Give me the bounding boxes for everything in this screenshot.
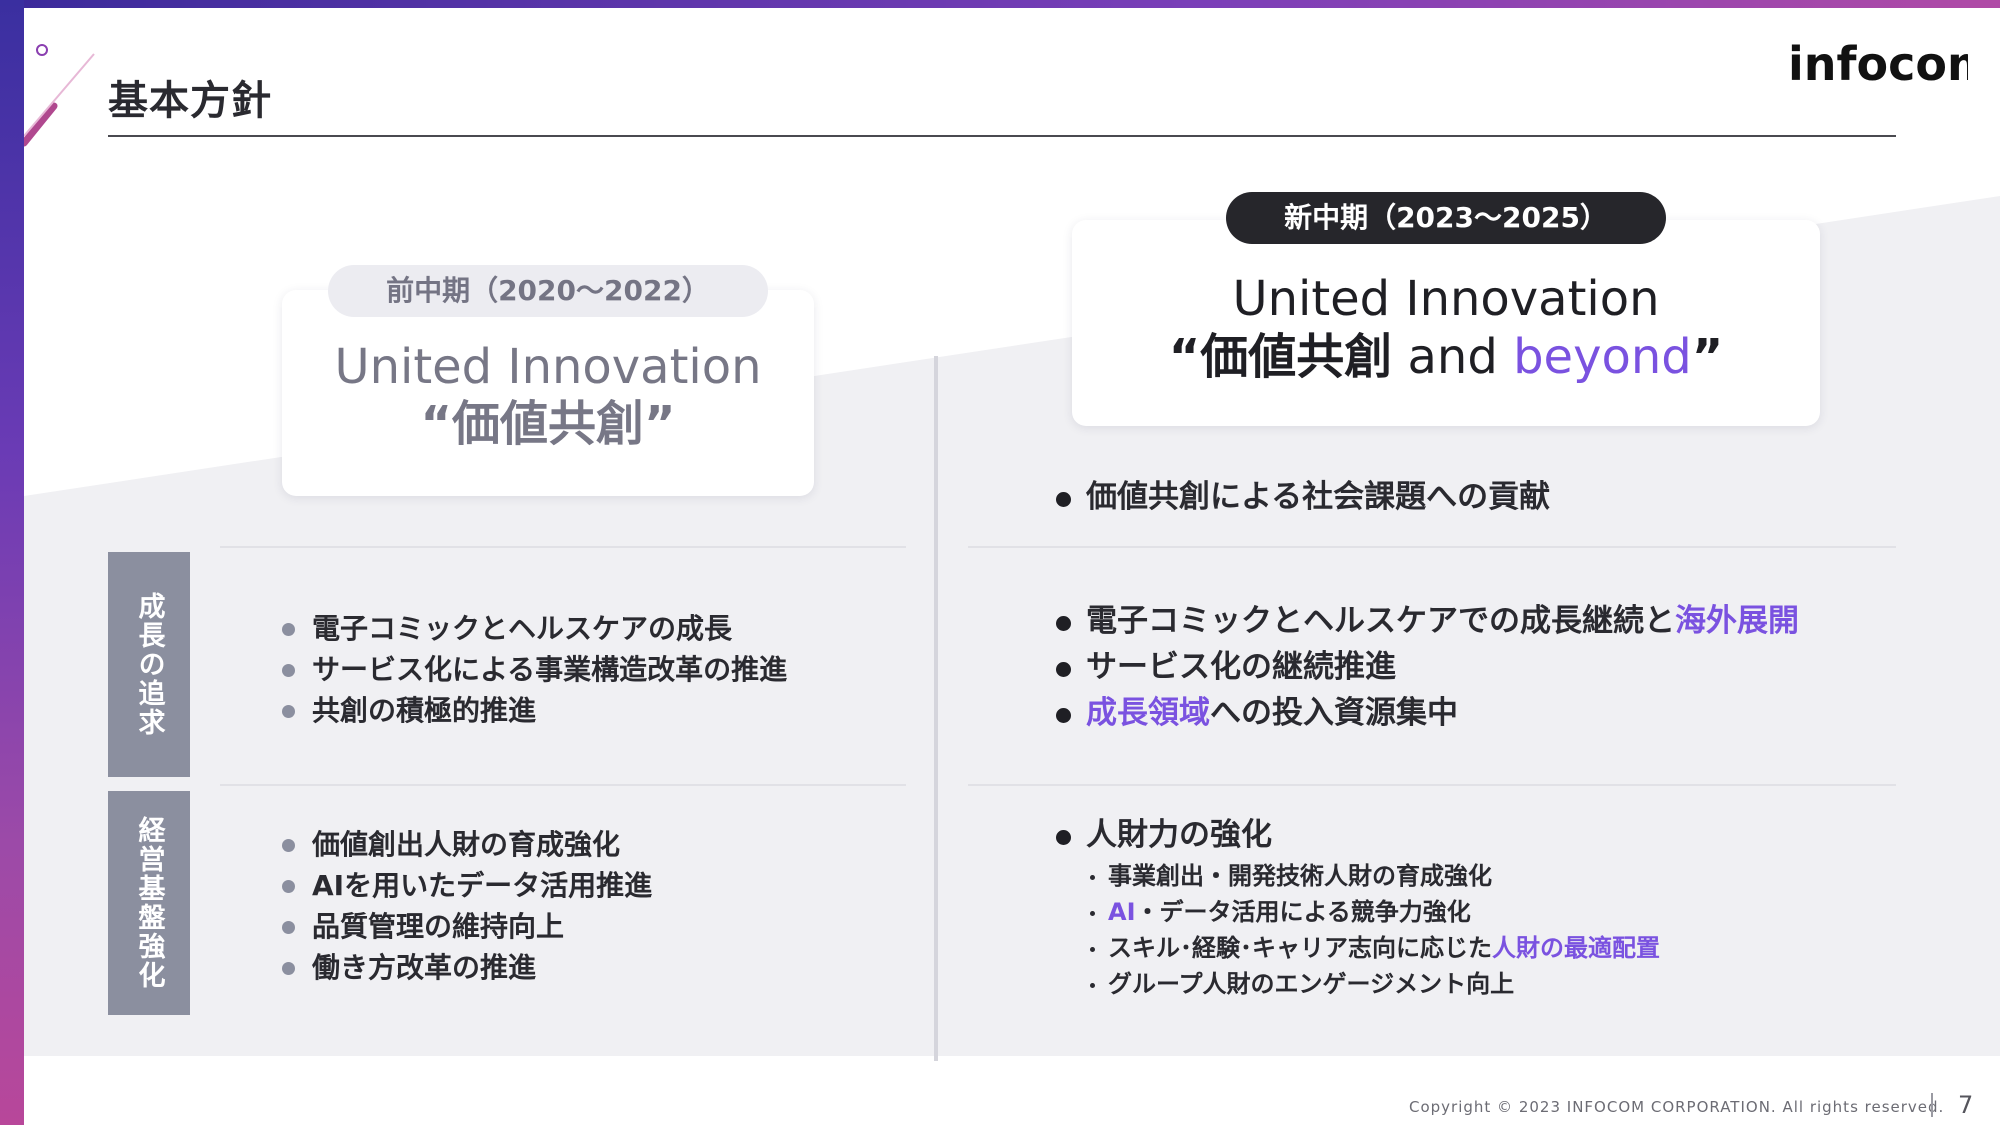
mission-item: 価値共創による社会課題への貢献 <box>1056 474 1550 520</box>
previous-foundation-list: 価値創出人財の育成強化 AIを用いたデータ活用推進 品質管理の維持向上 働き方改… <box>282 824 652 988</box>
previous-slogan-jp: “価値共創” <box>420 396 676 452</box>
growth-label: 成長の追求 <box>108 552 190 777</box>
row-separator <box>220 784 906 786</box>
row-separator <box>968 546 1896 548</box>
list-item: 働き方改革の推進 <box>282 947 652 988</box>
list-item: 人財力の強化 <box>1056 812 1272 858</box>
list-item: 共創の積極的推進 <box>282 690 787 731</box>
list-item: サービス化による事業構造改革の推進 <box>282 649 787 690</box>
page-number: 7 <box>1958 1091 1974 1119</box>
list-item: 電子コミックとヘルスケアの成長 <box>282 608 787 649</box>
new-period-badge: 新中期（2023〜2025） <box>1226 192 1666 244</box>
foundation-label: 経営基盤強化 <box>108 791 190 1015</box>
previous-slogan-en: United Innovation <box>334 339 762 395</box>
previous-growth-list: 電子コミックとヘルスケアの成長 サービス化による事業構造改革の推進 共創の積極的… <box>282 608 787 731</box>
row-separator <box>968 784 1896 786</box>
new-growth-list: 電子コミックとヘルスケアでの成長継続と海外展開 サービス化の継続推進 成長領域へ… <box>1056 598 1799 736</box>
left-gradient-strip <box>0 0 24 1125</box>
sub-item: スキル･経験･キャリア志向に応じた人財の最適配置 <box>1088 930 1660 966</box>
new-plan-card: United Innovation “価値共創 and beyond” <box>1072 220 1820 426</box>
sub-item: 事業創出・開発技術人財の育成強化 <box>1088 858 1660 894</box>
svg-text:infocom: infocom <box>1788 37 1968 91</box>
new-slogan-jp: “価値共創 and beyond” <box>1168 329 1724 385</box>
copyright-text: Copyright © 2023 INFOCOM CORPORATION. Al… <box>1409 1098 1945 1116</box>
list-item: 価値創出人財の育成強化 <box>282 824 652 865</box>
plan-divider <box>934 356 938 1061</box>
new-foundation-sublist: 事業創出・開発技術人財の育成強化 AI・データ活用による競争力強化 スキル･経験… <box>1088 858 1660 1002</box>
new-slogan-en: United Innovation <box>1232 271 1660 327</box>
page-title: 基本方針 <box>108 78 272 124</box>
list-item: 品質管理の維持向上 <box>282 906 652 947</box>
previous-plan-card: United Innovation “価値共創” <box>282 290 814 496</box>
previous-period-badge: 前中期（2020〜2022） <box>328 265 768 317</box>
new-foundation-list: 人財力の強化 <box>1056 812 1272 858</box>
infocom-logo: infocom <box>1788 37 1968 91</box>
footer-separator <box>1931 1093 1933 1117</box>
title-underline <box>108 135 1896 137</box>
sub-item: AI・データ活用による競争力強化 <box>1088 894 1660 930</box>
list-item: 電子コミックとヘルスケアでの成長継続と海外展開 <box>1056 598 1799 644</box>
top-gradient-strip <box>0 0 2000 8</box>
list-item: サービス化の継続推進 <box>1056 644 1799 690</box>
list-item: AIを用いたデータ活用推進 <box>282 865 652 906</box>
list-item: 成長領域への投入資源集中 <box>1056 690 1799 736</box>
mission-list: 価値共創による社会課題への貢献 <box>1056 474 1550 520</box>
sub-item: グループ人財のエンゲージメント向上 <box>1088 966 1660 1002</box>
slide-canvas: 基本方針 infocom United Innovation “価値共創” 前中… <box>24 8 2000 1125</box>
row-separator <box>220 546 906 548</box>
